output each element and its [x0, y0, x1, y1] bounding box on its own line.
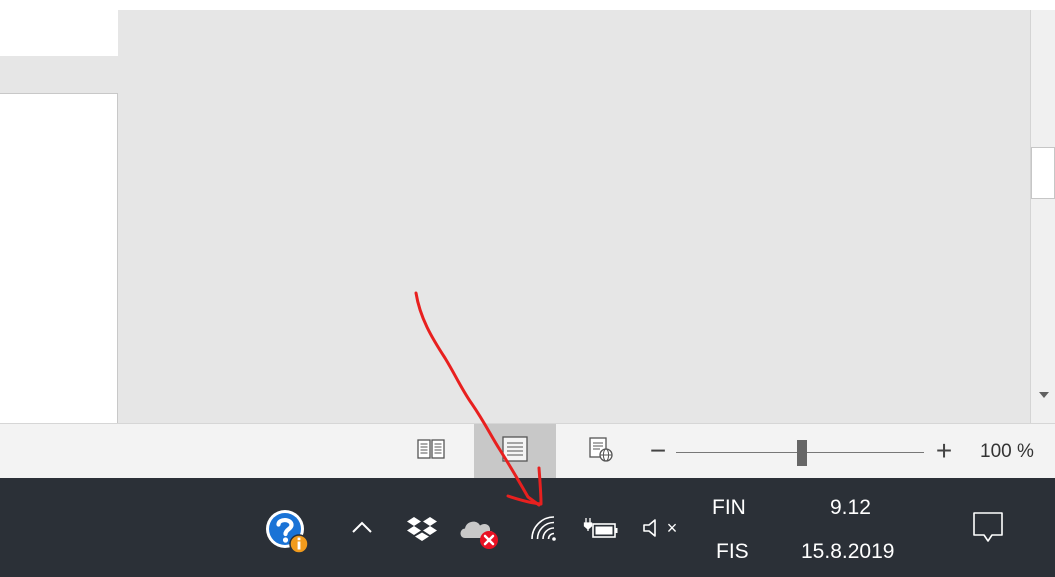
zoom-out-button[interactable]: −	[646, 436, 670, 466]
book-icon	[416, 437, 446, 466]
scroll-down-arrow-icon[interactable]	[1035, 386, 1053, 408]
language-indicator-bottom[interactable]: FIS	[716, 538, 749, 566]
zoom-slider-thumb[interactable]	[797, 440, 807, 466]
zoom-in-button[interactable]: +	[932, 436, 956, 466]
battery-charging-icon[interactable]	[580, 512, 622, 544]
action-center-button[interactable]	[960, 504, 1016, 554]
page-gap-strip	[0, 56, 118, 94]
vertical-scrollbar-thumb[interactable]	[1031, 147, 1055, 199]
document-page-left[interactable]	[0, 94, 118, 423]
document-canvas[interactable]	[118, 10, 1030, 423]
muted-x-glyph: ×	[666, 518, 678, 538]
web-page-icon	[585, 435, 615, 468]
chevron-up-icon	[350, 519, 374, 540]
vertical-scrollbar[interactable]	[1030, 10, 1055, 423]
print-layout-button[interactable]	[474, 424, 556, 478]
screen: − + 100 % × FIN FIS 9.12 15.8.2019	[0, 0, 1055, 577]
notification-icon	[968, 507, 1008, 552]
read-mode-button[interactable]	[404, 424, 458, 478]
speaker-muted-icon[interactable]: ×	[636, 512, 682, 544]
clock-date[interactable]: 15.8.2019	[801, 538, 894, 566]
zoom-level-text[interactable]: 100 %	[980, 438, 1055, 466]
document-page-top-left	[0, 10, 118, 56]
language-indicator-top[interactable]: FIN	[712, 494, 746, 522]
help-info-icon[interactable]	[264, 506, 310, 556]
wifi-icon[interactable]	[524, 510, 566, 546]
web-layout-button[interactable]	[574, 424, 626, 478]
page-layout-icon	[499, 435, 531, 468]
dropbox-icon[interactable]	[403, 512, 441, 546]
onedrive-error-icon[interactable]	[458, 510, 504, 552]
show-hidden-icons-chevron[interactable]	[344, 514, 380, 544]
clock-time[interactable]: 9.12	[830, 494, 871, 522]
